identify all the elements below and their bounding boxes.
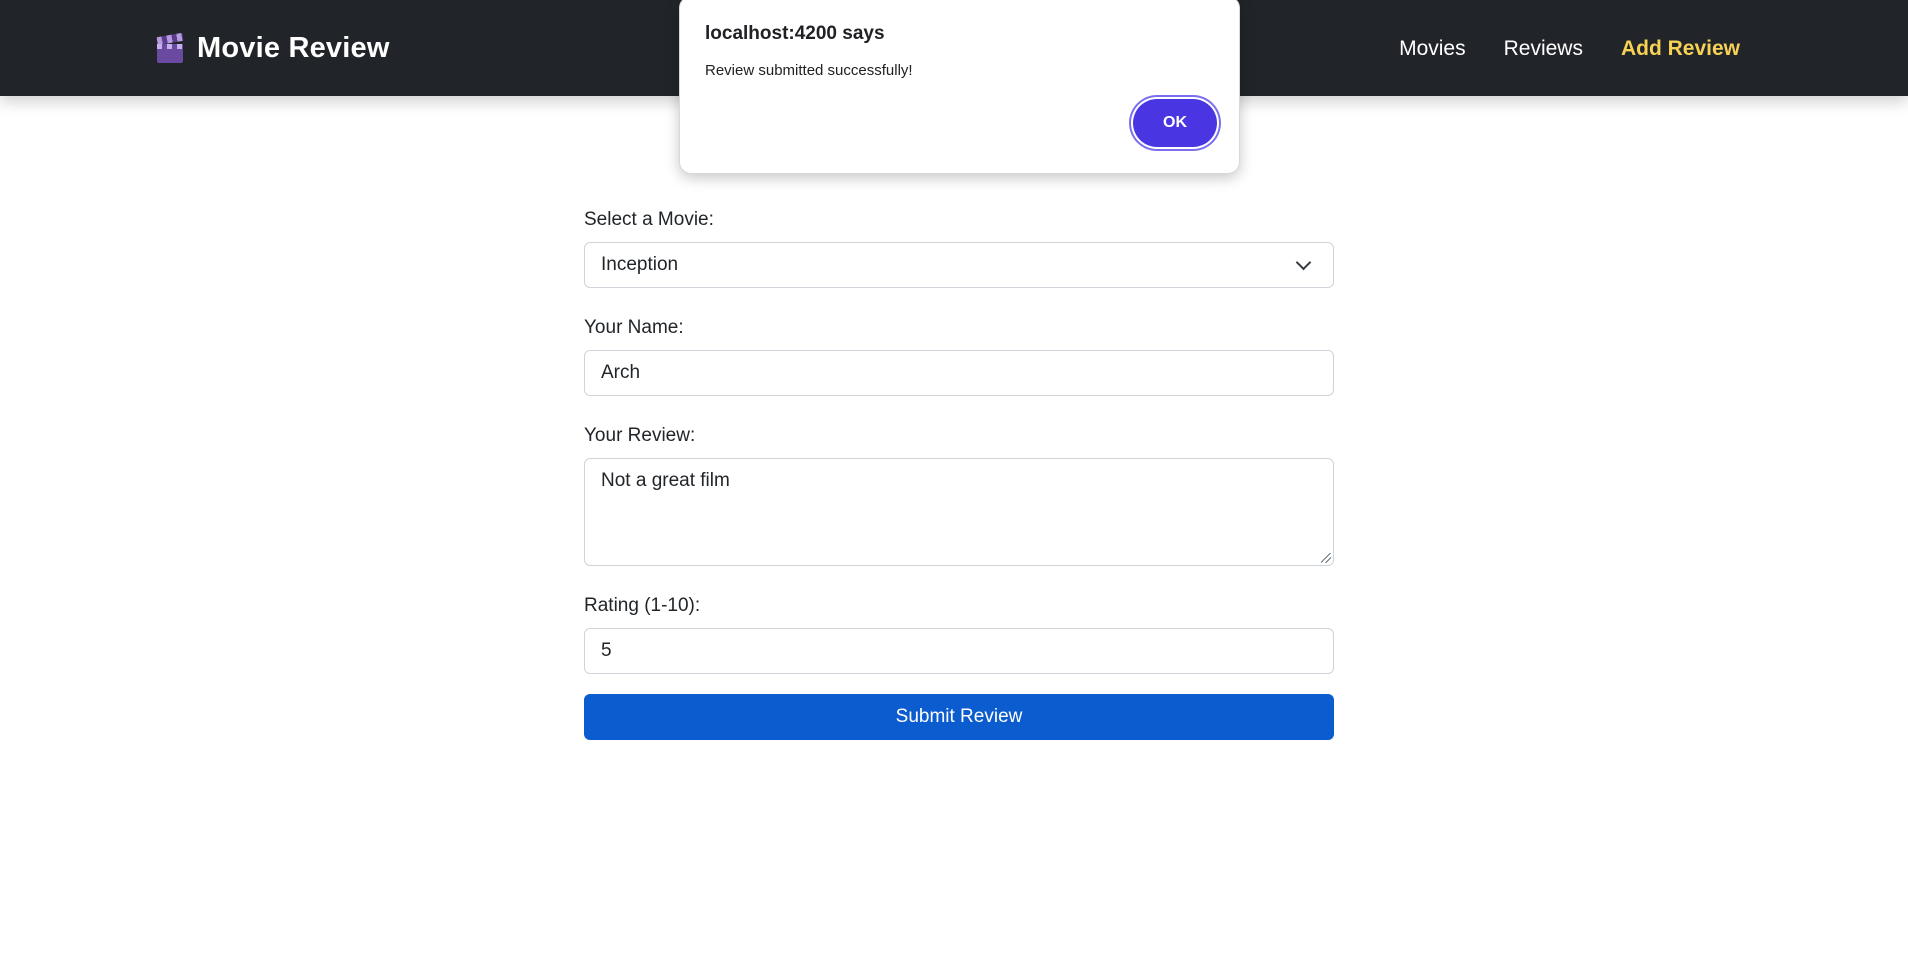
nav-link-add-review[interactable]: Add Review: [1621, 36, 1740, 62]
nav-links: Movies Reviews Add Review: [1399, 36, 1740, 62]
rating-field-label: Rating (1-10):: [584, 595, 701, 616]
alert-dialog: localhost:4200 says Review submitted suc…: [679, 0, 1240, 174]
add-review-form: Select a Movie: Inception Your Name: Arc…: [584, 206, 1334, 740]
nav-link-movies[interactable]: Movies: [1399, 36, 1466, 62]
brand[interactable]: Movie Review: [156, 30, 390, 66]
rating-field-value: 5: [601, 640, 612, 661]
clapperboard-icon: [156, 32, 184, 63]
review-field-label: Your Review:: [584, 425, 696, 446]
brand-title[interactable]: Movie Review: [197, 30, 390, 66]
dialog-message: Review submitted successfully!: [705, 62, 913, 79]
name-field-value: Arch: [601, 362, 641, 383]
nav-link-reviews[interactable]: Reviews: [1504, 36, 1583, 62]
resize-handle-icon[interactable]: [1321, 553, 1331, 563]
dialog-title: localhost:4200 says: [705, 23, 885, 44]
name-field[interactable]: Arch: [584, 350, 1334, 396]
chevron-down-icon: [1295, 254, 1312, 271]
movie-select-value: Inception: [601, 254, 679, 275]
review-textarea[interactable]: Not a great film: [584, 458, 1334, 566]
name-field-label: Your Name:: [584, 317, 684, 338]
movie-select[interactable]: Inception: [584, 242, 1334, 288]
movie-select-label: Select a Movie:: [584, 209, 714, 230]
review-textarea-value: Not a great film: [601, 470, 730, 491]
rating-field[interactable]: 5: [584, 628, 1334, 674]
ok-button[interactable]: OK: [1133, 99, 1217, 147]
submit-review-button[interactable]: Submit Review: [584, 694, 1334, 740]
